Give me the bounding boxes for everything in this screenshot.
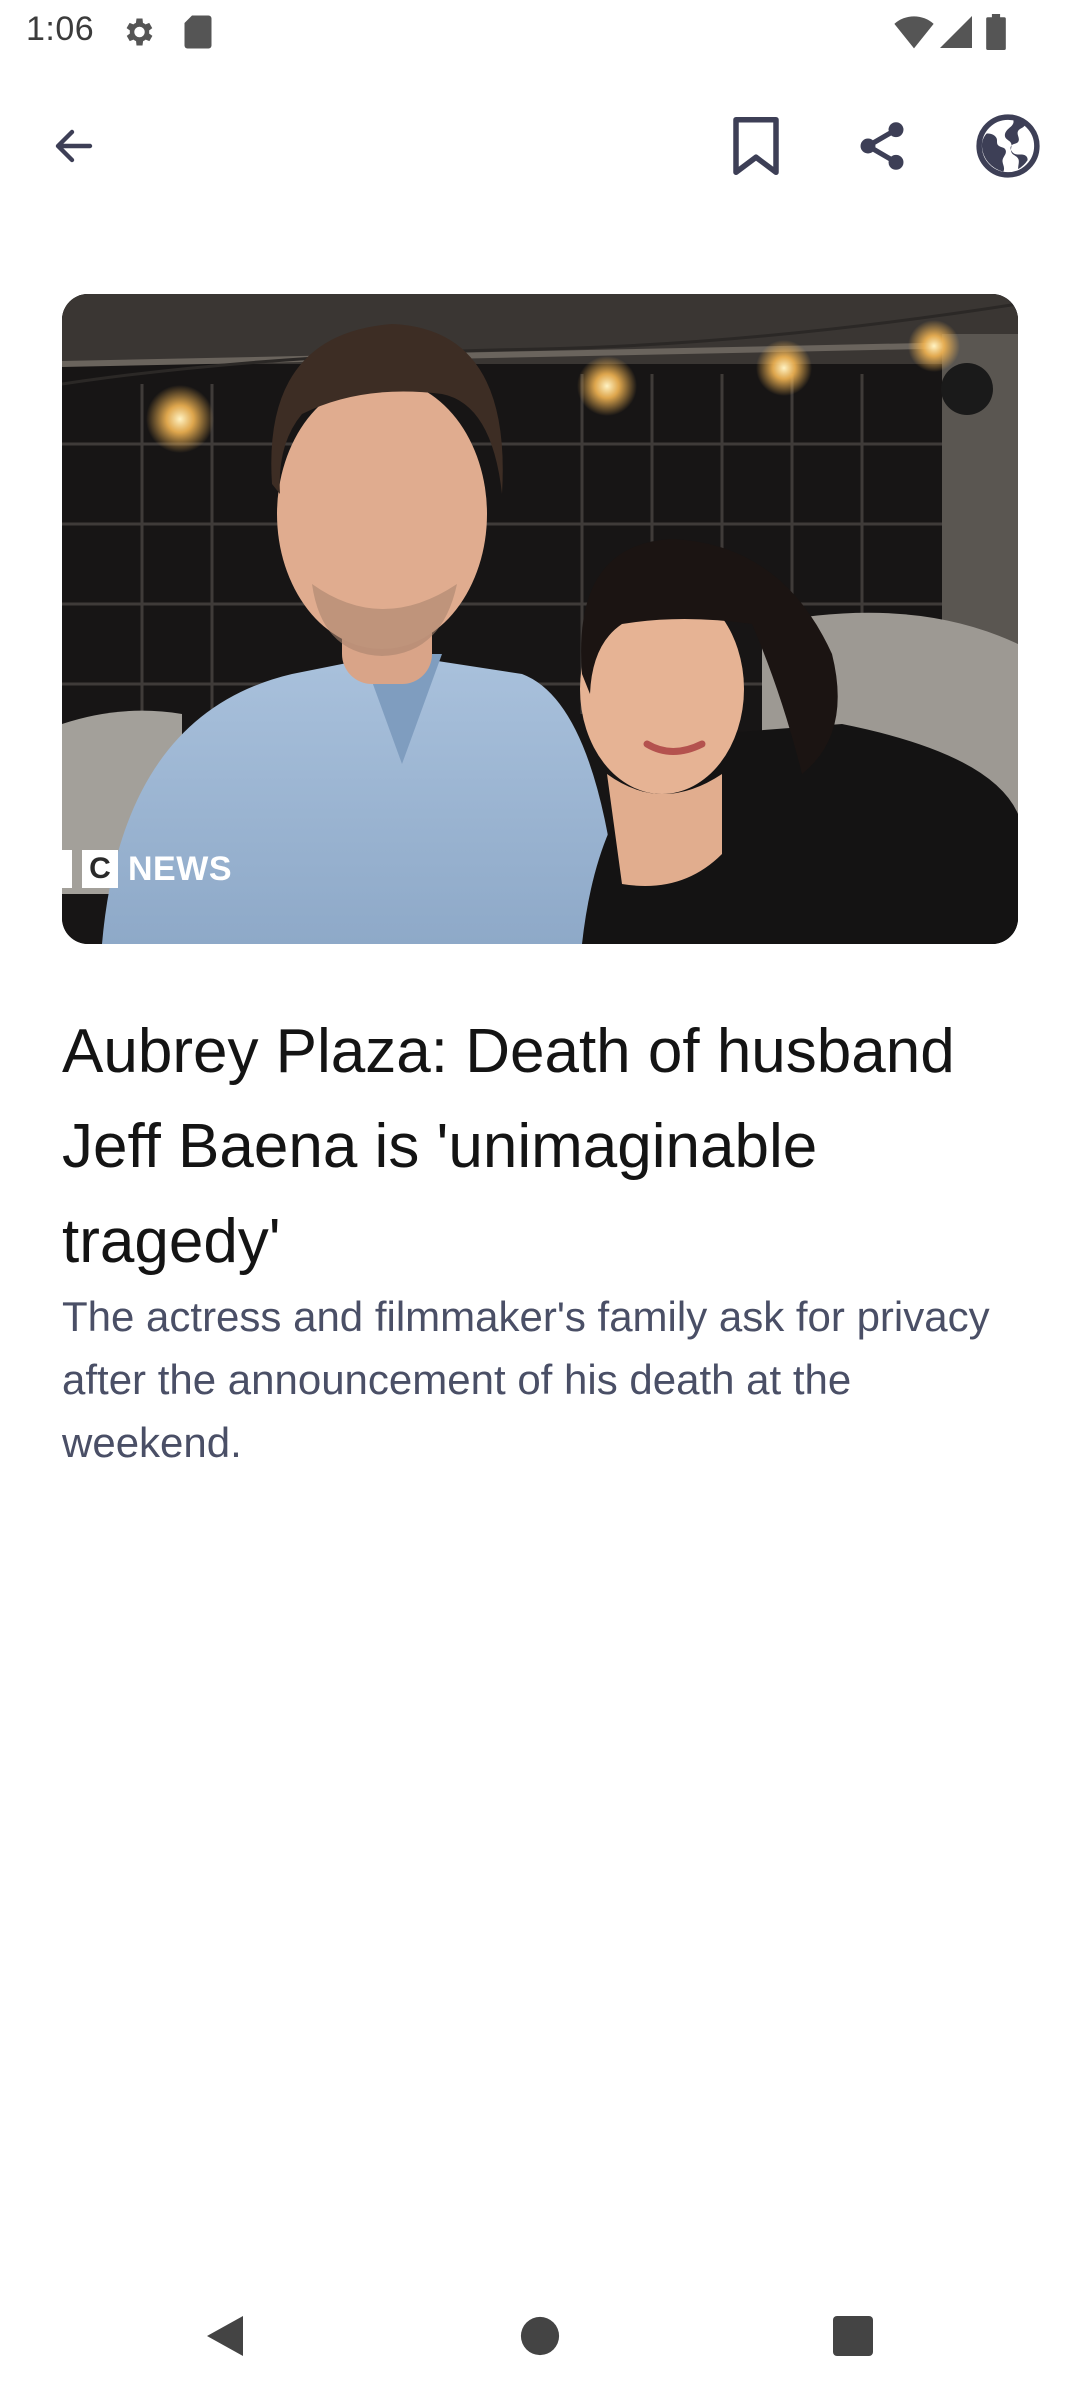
cell-signal-icon bbox=[940, 14, 972, 55]
share-icon bbox=[854, 118, 910, 179]
image-watermark: C NEWS bbox=[62, 848, 232, 890]
open-in-browser-button[interactable] bbox=[960, 100, 1056, 196]
article-toolbar bbox=[0, 100, 1080, 196]
status-bar: 1:06 bbox=[0, 0, 1080, 64]
article-image: C NEWS bbox=[62, 294, 1018, 944]
sd-card-icon bbox=[182, 14, 214, 55]
recents-square-icon bbox=[833, 2315, 873, 2361]
nav-home-button[interactable] bbox=[495, 2298, 585, 2378]
back-arrow-icon bbox=[50, 122, 98, 175]
status-time: 1:06 bbox=[26, 10, 95, 48]
settings-icon bbox=[120, 14, 156, 55]
share-button[interactable] bbox=[834, 100, 930, 196]
battery-icon bbox=[986, 14, 1006, 55]
home-circle-icon bbox=[519, 2315, 561, 2362]
article-headline: Aubrey Plaza: Death of husband Jeff Baen… bbox=[62, 1017, 955, 1276]
globe-icon bbox=[975, 113, 1041, 184]
bookmark-button[interactable] bbox=[708, 100, 804, 196]
nav-back-button[interactable] bbox=[180, 2298, 270, 2378]
article-summary: The actress and filmmaker's family ask f… bbox=[62, 1293, 990, 1466]
system-nav-bar bbox=[0, 2290, 1080, 2386]
nav-recents-button[interactable] bbox=[808, 2298, 898, 2378]
photo-illustration bbox=[62, 294, 1018, 944]
wifi-icon bbox=[894, 14, 934, 55]
bookmark-icon bbox=[730, 116, 782, 181]
back-triangle-icon bbox=[203, 2312, 247, 2365]
back-button[interactable] bbox=[26, 100, 122, 196]
